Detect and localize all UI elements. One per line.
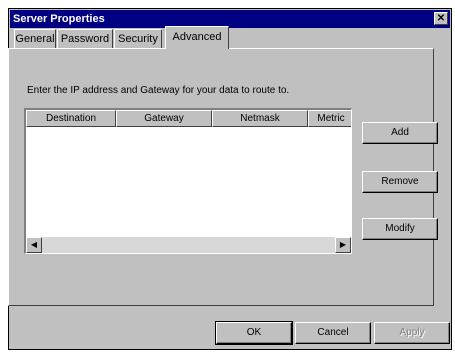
scroll-left-button[interactable]: ◀ [26,237,42,253]
close-button[interactable]: ✕ [434,12,448,25]
remove-button[interactable]: Remove [362,171,438,193]
horizontal-scrollbar[interactable]: ◀ ▶ [26,237,351,253]
instruction-text: Enter the IP address and Gateway for you… [27,85,290,96]
scroll-left-icon: ◀ [30,240,38,249]
cancel-button[interactable]: Cancel [295,322,371,344]
column-header-gateway[interactable]: Gateway [116,110,212,127]
modify-button[interactable]: Modify [362,218,438,240]
column-header-metric[interactable]: Metric [308,110,351,127]
dialog-title: Server Properties [13,13,105,25]
column-header-destination[interactable]: Destination [26,110,116,127]
tab-advanced[interactable]: Advanced [165,26,229,49]
column-header-netmask[interactable]: Netmask [212,110,308,127]
tab-security[interactable]: Security [114,29,162,48]
title-bar[interactable]: Server Properties ✕ [10,10,450,28]
close-icon: ✕ [436,13,446,24]
ok-button[interactable]: OK [215,321,293,345]
apply-button[interactable]: Apply [374,322,450,344]
tab-general[interactable]: General [14,29,56,48]
scroll-right-button[interactable]: ▶ [335,237,351,253]
scroll-right-icon: ▶ [339,240,347,249]
tab-password[interactable]: Password [57,29,113,48]
route-list[interactable]: Destination Gateway Netmask Metric ◀ ▶ [24,108,352,254]
add-button[interactable]: Add [362,122,438,144]
